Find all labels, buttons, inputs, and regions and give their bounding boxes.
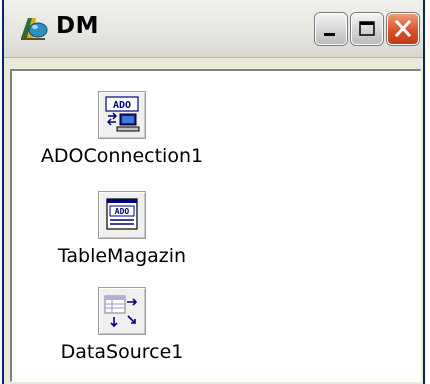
component-tablemagazin[interactable]: ADO TableMagazin [12,191,232,267]
maximize-button[interactable] [351,13,383,45]
delphi-app-icon [18,14,48,44]
component-label: TableMagazin [57,245,187,267]
minimize-button[interactable] [315,13,347,45]
component-label: DataSource1 [60,341,184,363]
ado-connection-icon[interactable]: ADO [98,91,146,139]
svg-text:ADO: ADO [113,100,131,111]
component-label: ADOConnection1 [40,145,204,167]
minimize-icon [324,33,335,36]
close-button[interactable] [387,13,419,45]
component-datasource[interactable]: DataSource1 [12,287,232,363]
datamodule-client-area[interactable]: ADO ADOConnection1 ADO TableMagazin Data… [10,69,421,382]
svg-text:ADO: ADO [115,207,130,216]
datasource-icon[interactable] [98,287,146,335]
component-adoconnection[interactable]: ADO ADOConnection1 [12,91,232,167]
ado-table-icon[interactable]: ADO [98,191,146,239]
window-title: DM [56,13,99,39]
datamodule-window: DM ADO ADOConnection1 ADO TableMagazin D… [2,0,425,384]
maximize-icon [359,21,375,36]
close-icon [394,19,412,38]
title-bar[interactable]: DM [4,0,423,58]
